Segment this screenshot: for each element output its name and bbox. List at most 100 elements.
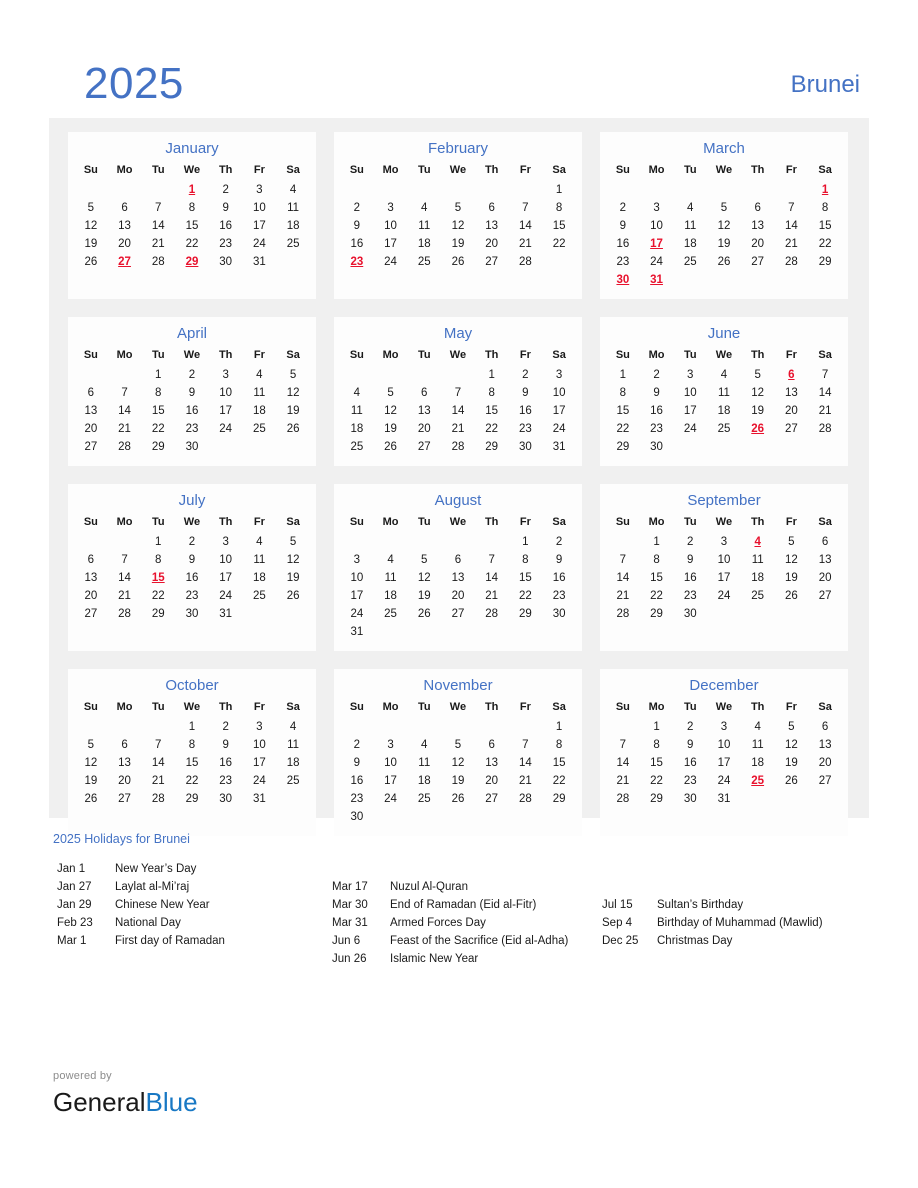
day-cell[interactable]: 11: [407, 754, 441, 772]
day-cell[interactable]: 12: [374, 402, 408, 420]
day-cell[interactable]: 26: [407, 605, 441, 623]
day-cell[interactable]: 17: [209, 402, 243, 420]
day-cell[interactable]: 15: [606, 402, 640, 420]
day-cell[interactable]: 5: [74, 199, 108, 217]
day-cell[interactable]: 28: [108, 605, 142, 623]
day-cell[interactable]: 24: [340, 605, 374, 623]
day-cell[interactable]: 23: [175, 420, 209, 438]
day-cell[interactable]: 22: [141, 587, 175, 605]
day-cell[interactable]: 11: [673, 217, 707, 235]
day-cell[interactable]: 9: [209, 736, 243, 754]
day-cell[interactable]: 8: [606, 384, 640, 402]
day-cell[interactable]: 16: [175, 402, 209, 420]
day-cell[interactable]: 7: [108, 551, 142, 569]
day-cell[interactable]: 15: [175, 217, 209, 235]
day-cell[interactable]: 24: [673, 420, 707, 438]
day-cell[interactable]: 5: [775, 533, 809, 551]
day-cell[interactable]: 30: [209, 790, 243, 808]
day-cell[interactable]: 14: [509, 217, 543, 235]
day-cell[interactable]: 20: [407, 420, 441, 438]
day-cell[interactable]: 6: [741, 199, 775, 217]
day-cell[interactable]: 26: [441, 253, 475, 271]
day-cell[interactable]: 21: [509, 235, 543, 253]
day-cell[interactable]: 6: [74, 551, 108, 569]
day-cell[interactable]: 1: [542, 181, 576, 199]
day-cell[interactable]: 14: [441, 402, 475, 420]
day-cell[interactable]: 17: [209, 569, 243, 587]
day-cell[interactable]: 25: [673, 253, 707, 271]
day-cell[interactable]: 26: [775, 587, 809, 605]
day-cell-holiday[interactable]: 30: [606, 271, 640, 289]
day-cell[interactable]: 28: [141, 790, 175, 808]
day-cell[interactable]: 6: [475, 736, 509, 754]
day-cell[interactable]: 18: [276, 217, 310, 235]
day-cell[interactable]: 25: [407, 790, 441, 808]
day-cell[interactable]: 10: [673, 384, 707, 402]
day-cell[interactable]: 28: [475, 605, 509, 623]
day-cell[interactable]: 14: [606, 569, 640, 587]
day-cell[interactable]: 5: [74, 736, 108, 754]
day-cell[interactable]: 27: [741, 253, 775, 271]
day-cell[interactable]: 27: [407, 438, 441, 456]
day-cell[interactable]: 14: [475, 569, 509, 587]
day-cell[interactable]: 29: [509, 605, 543, 623]
day-cell[interactable]: 20: [808, 569, 842, 587]
day-cell-holiday[interactable]: 31: [640, 271, 674, 289]
day-cell[interactable]: 18: [741, 754, 775, 772]
day-cell[interactable]: 24: [243, 772, 277, 790]
day-cell[interactable]: 22: [141, 420, 175, 438]
day-cell[interactable]: 9: [673, 736, 707, 754]
day-cell[interactable]: 24: [243, 235, 277, 253]
day-cell[interactable]: 4: [276, 718, 310, 736]
day-cell[interactable]: 23: [673, 587, 707, 605]
day-cell[interactable]: 28: [509, 790, 543, 808]
day-cell[interactable]: 20: [775, 402, 809, 420]
day-cell[interactable]: 9: [340, 754, 374, 772]
day-cell[interactable]: 27: [775, 420, 809, 438]
day-cell[interactable]: 13: [775, 384, 809, 402]
day-cell[interactable]: 7: [441, 384, 475, 402]
day-cell[interactable]: 22: [509, 587, 543, 605]
day-cell[interactable]: 26: [775, 772, 809, 790]
day-cell[interactable]: 8: [542, 736, 576, 754]
day-cell[interactable]: 22: [808, 235, 842, 253]
day-cell[interactable]: 16: [175, 569, 209, 587]
day-cell[interactable]: 23: [509, 420, 543, 438]
day-cell-holiday[interactable]: 15: [141, 569, 175, 587]
day-cell[interactable]: 16: [673, 569, 707, 587]
day-cell[interactable]: 18: [407, 772, 441, 790]
day-cell[interactable]: 21: [141, 235, 175, 253]
day-cell[interactable]: 20: [475, 772, 509, 790]
day-cell[interactable]: 2: [340, 736, 374, 754]
day-cell[interactable]: 12: [276, 551, 310, 569]
day-cell[interactable]: 7: [606, 736, 640, 754]
day-cell[interactable]: 22: [542, 772, 576, 790]
day-cell[interactable]: 9: [542, 551, 576, 569]
day-cell-holiday[interactable]: 1: [175, 181, 209, 199]
day-cell[interactable]: 10: [209, 551, 243, 569]
day-cell[interactable]: 27: [108, 790, 142, 808]
day-cell[interactable]: 4: [243, 533, 277, 551]
day-cell[interactable]: 3: [340, 551, 374, 569]
day-cell[interactable]: 16: [209, 754, 243, 772]
day-cell[interactable]: 24: [209, 587, 243, 605]
day-cell[interactable]: 10: [542, 384, 576, 402]
day-cell[interactable]: 3: [243, 181, 277, 199]
day-cell[interactable]: 4: [243, 366, 277, 384]
day-cell[interactable]: 14: [509, 754, 543, 772]
day-cell[interactable]: 2: [509, 366, 543, 384]
day-cell[interactable]: 21: [606, 772, 640, 790]
day-cell[interactable]: 7: [108, 384, 142, 402]
day-cell[interactable]: 4: [340, 384, 374, 402]
day-cell[interactable]: 8: [175, 199, 209, 217]
day-cell[interactable]: 14: [606, 754, 640, 772]
day-cell[interactable]: 18: [243, 569, 277, 587]
day-cell[interactable]: 12: [707, 217, 741, 235]
day-cell[interactable]: 13: [108, 217, 142, 235]
day-cell[interactable]: 21: [108, 587, 142, 605]
day-cell[interactable]: 9: [606, 217, 640, 235]
day-cell[interactable]: 27: [74, 605, 108, 623]
day-cell[interactable]: 27: [808, 587, 842, 605]
day-cell[interactable]: 13: [741, 217, 775, 235]
day-cell[interactable]: 20: [108, 235, 142, 253]
